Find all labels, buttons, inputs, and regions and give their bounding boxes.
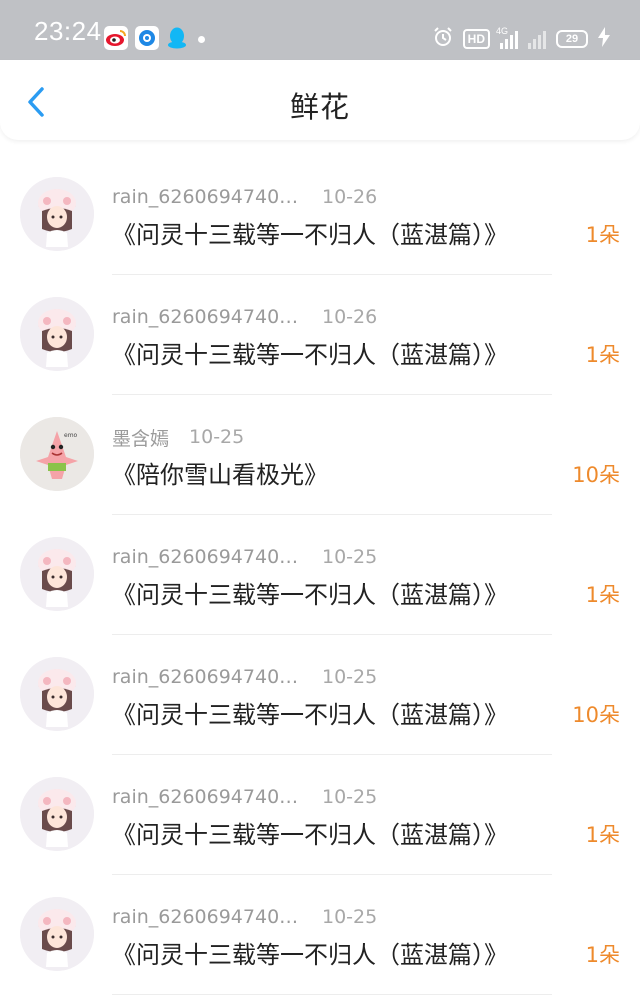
list-item[interactable]: rain_62606947403... 10-25 《问灵十三载等一不归人（蓝湛… [0,635,640,755]
patrick-avatar-icon: emo [20,417,94,491]
item-meta: rain_62606947403... 10-25 [112,665,377,689]
list-item[interactable]: rain_62606947403... 10-25 《问灵十三载等一不归人（蓝湛… [0,755,640,875]
item-meta: rain_62606947403... 10-25 [112,785,377,809]
alarm-icon [433,26,453,52]
item-meta: rain_62606947403... 10-26 [112,305,377,329]
flower-count: 1朵 [585,583,620,607]
avatar[interactable] [20,657,94,731]
list-item[interactable]: emo 墨含嫣 10-25 《陪你雪山看极光》 10朵 [0,395,640,515]
item-meta: rain_62606947403... 10-25 [112,545,377,569]
list-item[interactable]: rain_62606947403... 10-25 《问灵十三载等一不归人（蓝湛… [0,875,640,995]
page-title: 鲜花 [289,90,350,124]
status-time: 23:24 [34,16,102,46]
item-meta: rain_62606947403... 10-26 [112,185,377,209]
signal-weak-icon [528,29,546,49]
book-title[interactable]: 《问灵十三载等一不归人（蓝湛篇）》 [112,335,508,370]
svg-text:emo: emo [64,432,78,439]
user-name[interactable]: rain_62606947403... [112,786,302,808]
girl-avatar-icon [20,537,94,611]
nav-bar: 鲜花 [0,60,640,140]
hd-badge: HD [462,29,490,49]
book-title[interactable]: 《问灵十三载等一不归人（蓝湛篇）》 [112,815,508,850]
user-name[interactable]: rain_62606947403... [112,186,302,208]
avatar[interactable] [20,177,94,251]
status-bar: 23:24 HD 4G 29 [0,0,640,60]
item-meta: 墨含嫣 10-25 [112,424,245,451]
list-item[interactable]: rain_62606947403... 10-26 《问灵十三载等一不归人（蓝湛… [0,155,640,275]
avatar[interactable] [20,897,94,971]
item-date: 10-26 [322,186,378,208]
user-name[interactable]: rain_62606947403... [112,306,302,328]
status-indicators: HD 4G 29 [433,26,610,52]
avatar[interactable]: emo [20,417,94,491]
avatar[interactable] [20,777,94,851]
user-name[interactable]: rain_62606947403... [112,546,302,568]
flower-count: 1朵 [585,943,620,967]
flower-count: 1朵 [585,823,620,847]
item-date: 10-25 [322,906,378,928]
girl-avatar-icon [20,297,94,371]
charging-icon [598,26,610,52]
item-date: 10-25 [322,786,378,808]
battery-indicator: 29 [556,30,588,48]
user-name[interactable]: rain_62606947403... [112,906,302,928]
flower-count: 10朵 [572,463,620,487]
girl-avatar-icon [20,777,94,851]
book-title[interactable]: 《问灵十三载等一不归人（蓝湛篇）》 [112,695,508,730]
girl-avatar-icon [20,657,94,731]
item-meta: rain_62606947403... 10-25 [112,905,377,929]
item-date: 10-25 [189,426,245,448]
user-name[interactable]: rain_62606947403... [112,666,302,688]
flower-count: 1朵 [585,223,620,247]
browser-icon [135,26,159,50]
flower-count: 1朵 [585,343,620,367]
user-name[interactable]: 墨含嫣 [112,424,169,451]
girl-avatar-icon [20,177,94,251]
flower-count: 10朵 [572,703,620,727]
item-date: 10-25 [322,666,378,688]
list-item[interactable]: rain_62606947403... 10-25 《问灵十三载等一不归人（蓝湛… [0,515,640,635]
flower-record-list: rain_62606947403... 10-26 《问灵十三载等一不归人（蓝湛… [0,155,640,995]
signal-4g-icon: 4G [496,26,518,49]
girl-avatar-icon [20,897,94,971]
weibo-icon [104,26,128,50]
qq-icon [165,26,189,50]
notification-dot-icon [198,36,205,43]
item-date: 10-25 [322,546,378,568]
book-title[interactable]: 《问灵十三载等一不归人（蓝湛篇）》 [112,935,508,970]
book-title[interactable]: 《问灵十三载等一不归人（蓝湛篇）》 [112,215,508,250]
book-title[interactable]: 《陪你雪山看极光》 [112,455,328,490]
avatar[interactable] [20,537,94,611]
item-date: 10-26 [322,306,378,328]
list-item[interactable]: rain_62606947403... 10-26 《问灵十三载等一不归人（蓝湛… [0,275,640,395]
avatar[interactable] [20,297,94,371]
book-title[interactable]: 《问灵十三载等一不归人（蓝湛篇）》 [112,575,508,610]
